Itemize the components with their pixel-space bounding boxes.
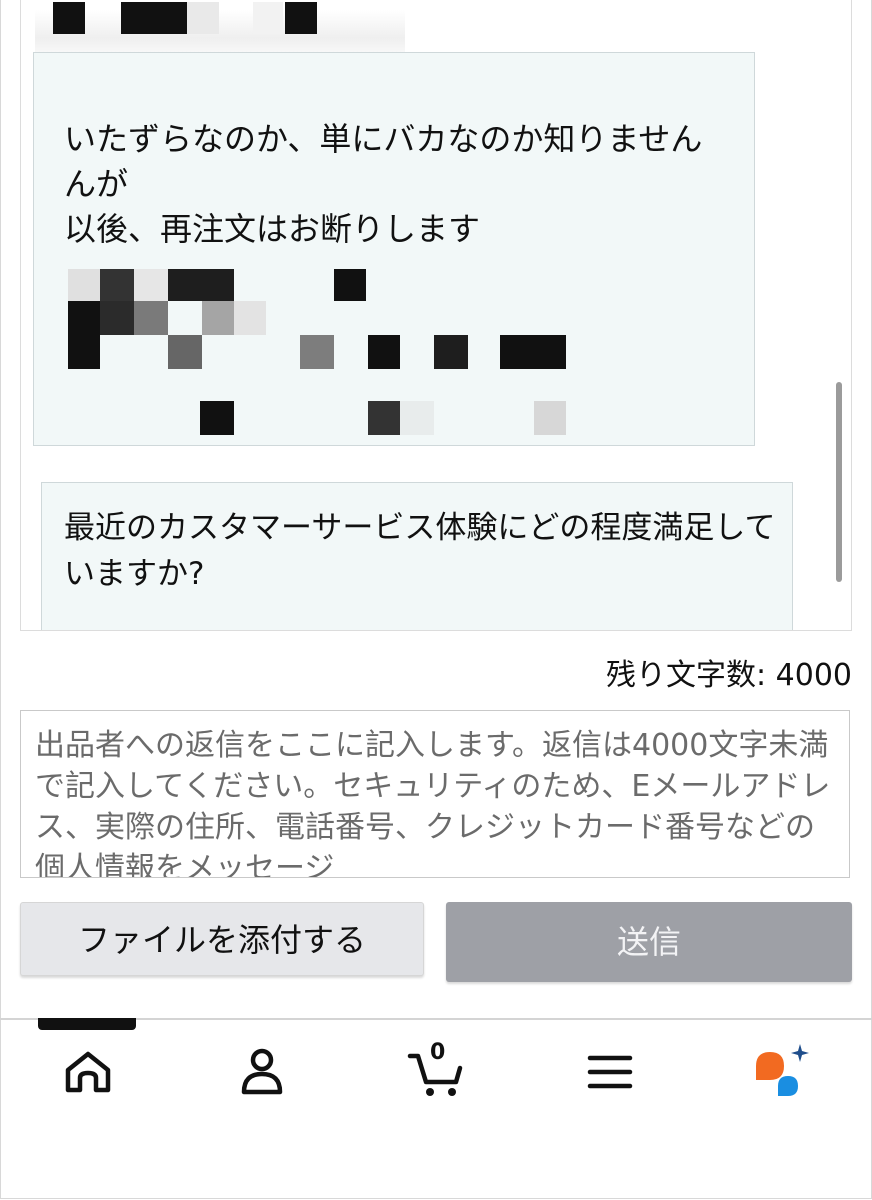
home-icon	[65, 1051, 111, 1093]
message-thread[interactable]: いたずらなのか、単にバカなのか知りません んが 以後、再注文はお断りします 最近…	[20, 0, 852, 631]
menu-icon	[587, 1055, 633, 1089]
cart-count-badge: 0	[430, 1040, 446, 1065]
account-icon	[241, 1048, 283, 1095]
survey-question: 最近のカスタマーサービス体験にどの程度満足していますか?	[64, 510, 776, 592]
send-button[interactable]: 送信	[446, 902, 852, 982]
nav-assistant[interactable]	[752, 1040, 812, 1100]
remaining-characters-label: 残り文字数: 4000	[606, 658, 852, 693]
message-text: いたずらなのか、単にバカなのか知りません んが 以後、再注文はお断りします	[64, 120, 703, 248]
nav-cart[interactable]: 0	[406, 1040, 466, 1100]
reply-textarea[interactable]: 出品者への返信をここに記入します。返信は4000文字未満で記入してください。セキ…	[20, 710, 850, 878]
nav-account[interactable]	[232, 1040, 292, 1100]
active-tab-indicator	[38, 1018, 136, 1030]
nav-home[interactable]	[58, 1040, 118, 1100]
survey-message-bubble: 最近のカスタマーサービス体験にどの程度満足していますか?	[41, 482, 793, 630]
attach-file-button[interactable]: ファイルを添付する	[20, 902, 424, 976]
assistant-icon	[756, 1044, 809, 1096]
seller-message-bubble: いたずらなのか、単にバカなのか知りません んが 以後、再注文はお断りします	[33, 52, 755, 446]
thread-scrollbar[interactable]	[836, 382, 842, 582]
reply-placeholder: 出品者への返信をここに記入します。返信は4000文字未満で記入してください。セキ…	[35, 728, 831, 878]
nav-menu[interactable]	[580, 1040, 640, 1100]
